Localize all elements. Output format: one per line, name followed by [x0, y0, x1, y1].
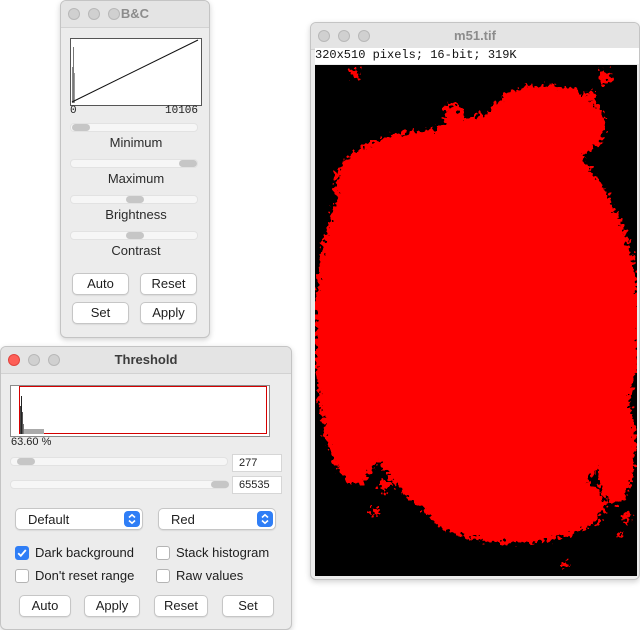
- apply-button[interactable]: Apply: [84, 595, 140, 617]
- method-value: Default: [28, 512, 70, 527]
- image-info: 320x510 pixels; 16-bit; 319K: [315, 48, 639, 64]
- raw-values-checkbox[interactable]: [156, 569, 170, 583]
- auto-button[interactable]: Auto: [72, 273, 129, 295]
- window-title: m51.tif: [454, 28, 496, 43]
- threshold-titlebar[interactable]: Threshold: [1, 347, 291, 374]
- minimum-slider[interactable]: [70, 123, 198, 132]
- apply-button[interactable]: Apply: [140, 302, 197, 324]
- reset-button[interactable]: Reset: [154, 595, 208, 617]
- image-canvas[interactable]: [315, 65, 637, 576]
- window-title: Threshold: [114, 352, 178, 367]
- auto-button[interactable]: Auto: [19, 595, 71, 617]
- dark-background-label[interactable]: Dark background: [35, 545, 134, 560]
- reset-button[interactable]: Reset: [140, 273, 197, 295]
- lower-threshold-field[interactable]: 277: [232, 454, 282, 472]
- histogram-graph: [71, 39, 199, 103]
- upper-threshold-field[interactable]: 65535: [232, 476, 282, 494]
- image-window: m51.tif 320x510 pixels; 16-bit; 319K: [310, 22, 640, 580]
- display-value: Red: [171, 512, 195, 527]
- dont-reset-range-label[interactable]: Don't reset range: [35, 568, 134, 583]
- contrast-slider[interactable]: [70, 231, 198, 240]
- display-dropdown[interactable]: Red: [158, 508, 276, 530]
- threshold-percent: 63.60 %: [11, 436, 52, 448]
- slider-thumb[interactable]: [211, 481, 229, 488]
- raw-values-label[interactable]: Raw values: [176, 568, 243, 583]
- threshold-histogram-plot: [10, 385, 270, 437]
- slider-thumb[interactable]: [17, 458, 35, 465]
- brightness-slider[interactable]: [70, 195, 198, 204]
- hist-max-label: 10106: [165, 105, 199, 117]
- slider-thumb[interactable]: [72, 124, 90, 131]
- slider-thumb[interactable]: [179, 160, 197, 167]
- dont-reset-range-checkbox[interactable]: [15, 569, 29, 583]
- lower-threshold-slider[interactable]: [10, 457, 228, 466]
- maximum-label: Maximum: [107, 171, 165, 186]
- bc-histogram-plot: [70, 38, 202, 106]
- stack-histogram-label[interactable]: Stack histogram: [176, 545, 269, 560]
- window-title: B&C: [120, 6, 150, 21]
- hist-min-label: 0: [70, 105, 77, 117]
- chevron-updown-icon: [257, 511, 273, 527]
- upper-threshold-slider[interactable]: [10, 480, 229, 489]
- set-button[interactable]: Set: [72, 302, 129, 324]
- bc-window: B&C 0 10106 Minimum Maximum Brightness C…: [60, 0, 210, 338]
- histogram-graph: [20, 396, 44, 434]
- maximum-slider[interactable]: [70, 159, 198, 168]
- contrast-label: Contrast: [111, 243, 161, 258]
- method-dropdown[interactable]: Default: [15, 508, 143, 530]
- bc-titlebar[interactable]: B&C: [61, 1, 209, 28]
- set-button[interactable]: Set: [222, 595, 274, 617]
- image-titlebar[interactable]: m51.tif: [311, 23, 639, 50]
- minimum-label: Minimum: [109, 135, 163, 150]
- threshold-window: Threshold 63.60 % 277 65535 Default Red …: [0, 346, 292, 630]
- stack-histogram-checkbox[interactable]: [156, 546, 170, 560]
- thresholded-galaxy-image: [315, 68, 637, 568]
- slider-thumb[interactable]: [126, 196, 144, 203]
- checkmark-icon: [17, 549, 27, 558]
- dark-background-checkbox[interactable]: [15, 546, 29, 560]
- chevron-updown-icon: [124, 511, 140, 527]
- slider-thumb[interactable]: [126, 232, 144, 239]
- brightness-label: Brightness: [105, 207, 167, 222]
